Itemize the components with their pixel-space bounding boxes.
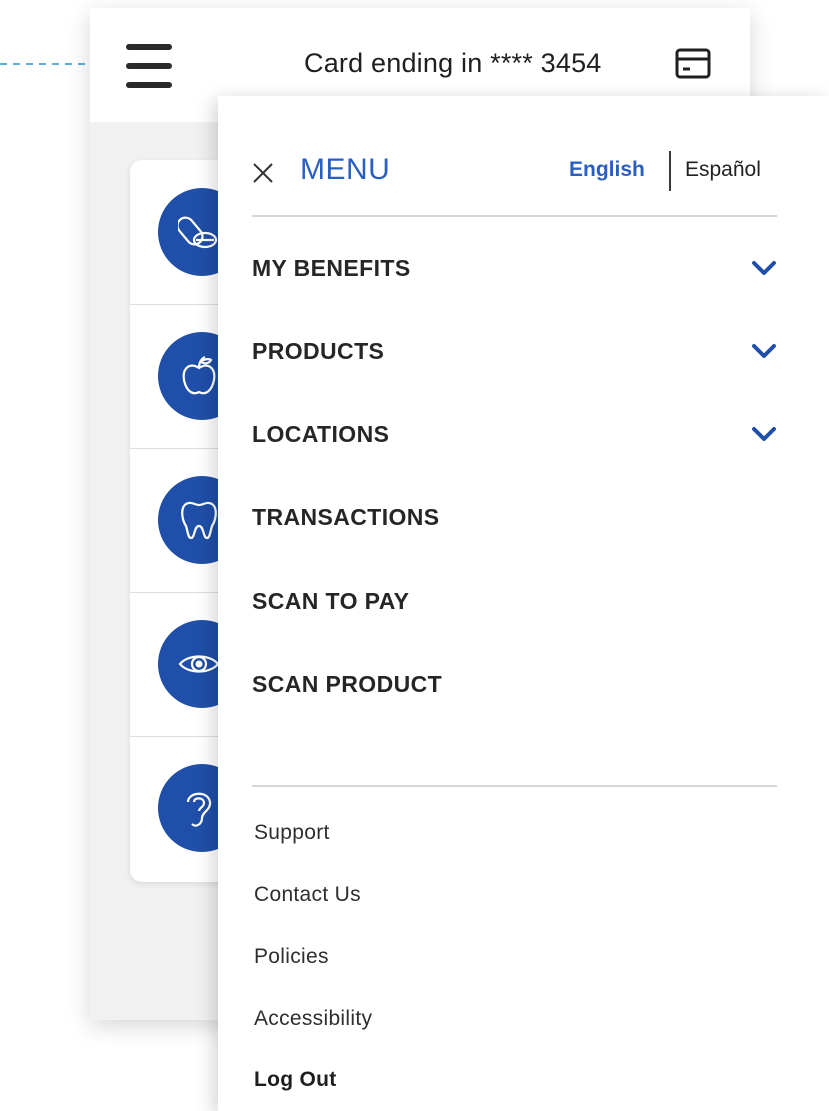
ear-icon bbox=[186, 792, 212, 827]
menu-item-my-benefits[interactable]: MY BENEFITS bbox=[252, 249, 777, 289]
hamburger-bar bbox=[126, 63, 172, 69]
card-ending-text: Card ending in **** 3454 bbox=[304, 48, 602, 78]
hamburger-bar bbox=[126, 82, 172, 88]
chevron-down-icon bbox=[752, 427, 776, 441]
menu-item-label: LOCATIONS bbox=[252, 421, 390, 447]
eye-icon bbox=[178, 655, 220, 673]
support-link[interactable]: Support bbox=[254, 821, 330, 845]
language-espanol-option[interactable]: Español bbox=[685, 158, 761, 182]
chevron-down-icon bbox=[752, 261, 776, 275]
menu-panel: MENU English Español MY BENEFITS PRODUCT… bbox=[218, 96, 829, 1111]
menu-divider bbox=[252, 785, 777, 787]
screen: Card ending in **** 3454 MENU English Es… bbox=[0, 0, 829, 1111]
menu-item-label: MY BENEFITS bbox=[252, 255, 411, 281]
menu-item-label: TRANSACTIONS bbox=[252, 504, 440, 530]
language-divider bbox=[669, 151, 671, 191]
menu-item-label: SCAN TO PAY bbox=[252, 588, 410, 614]
language-english-option[interactable]: English bbox=[569, 158, 645, 182]
pill-icon bbox=[178, 216, 218, 249]
credit-card-icon[interactable] bbox=[675, 48, 711, 80]
menu-item-locations[interactable]: LOCATIONS bbox=[252, 415, 777, 455]
close-icon[interactable] bbox=[252, 162, 274, 184]
menu-item-label: PRODUCTS bbox=[252, 338, 385, 364]
apple-icon bbox=[182, 356, 216, 395]
menu-item-scan-product[interactable]: SCAN PRODUCT bbox=[252, 665, 777, 705]
chevron-down-icon bbox=[752, 344, 776, 358]
log-out-link[interactable]: Log Out bbox=[254, 1068, 337, 1092]
menu-divider bbox=[252, 215, 777, 217]
menu-title: MENU bbox=[300, 153, 391, 186]
hamburger-menu-button[interactable] bbox=[126, 42, 172, 90]
menu-item-products[interactable]: PRODUCTS bbox=[252, 332, 777, 372]
accessibility-link[interactable]: Accessibility bbox=[254, 1007, 372, 1031]
menu-item-transactions[interactable]: TRANSACTIONS bbox=[252, 498, 777, 538]
contact-us-link[interactable]: Contact Us bbox=[254, 883, 361, 907]
hamburger-bar bbox=[126, 44, 172, 50]
policies-link[interactable]: Policies bbox=[254, 945, 329, 969]
menu-item-label: SCAN PRODUCT bbox=[252, 671, 443, 697]
menu-item-scan-to-pay[interactable]: SCAN TO PAY bbox=[252, 582, 777, 622]
tooth-icon bbox=[181, 501, 217, 540]
